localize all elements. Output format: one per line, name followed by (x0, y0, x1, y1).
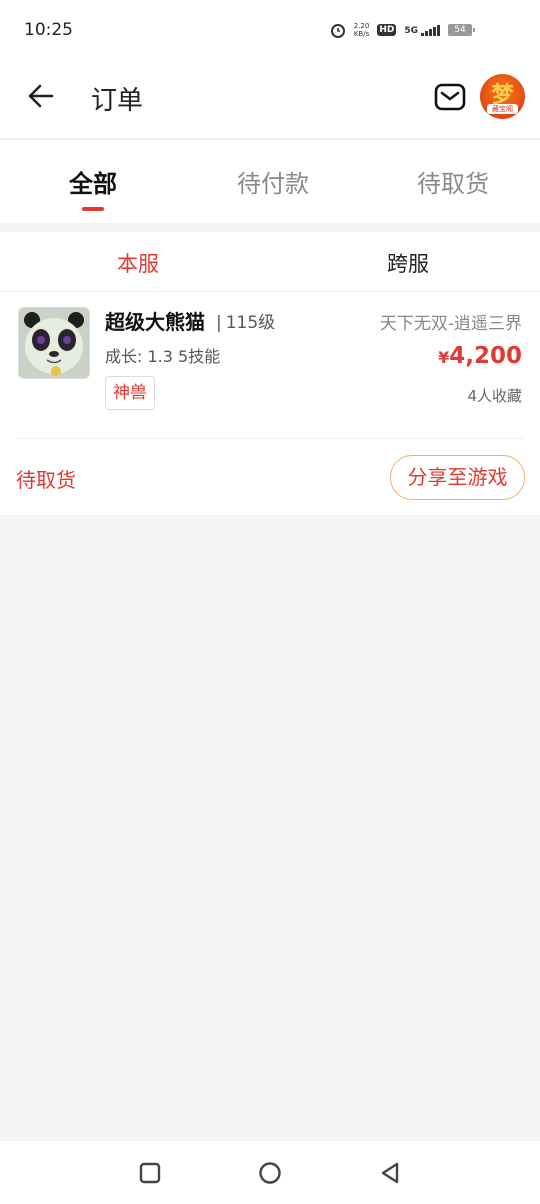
back-triangle-icon[interactable] (378, 1161, 402, 1185)
system-nav-bar (0, 1141, 540, 1204)
server-name: 天下无双-逍遥三界 (379, 314, 522, 334)
status-time: 10:25 (24, 20, 73, 40)
alarm-icon (330, 24, 345, 38)
network-type: 5G (404, 25, 418, 36)
subtab-this-server[interactable]: 本服 (117, 248, 159, 278)
network-speed-value: 2.20 (353, 22, 370, 30)
app-bar: 订单 梦 藏宝阁 (0, 60, 540, 138)
status-icons: 2.20 KB/s HD 5G 54 (330, 22, 475, 38)
item-thumbnail[interactable] (18, 307, 90, 379)
avatar[interactable]: 梦 藏宝阁 (480, 74, 525, 119)
signal-icon: 5G (404, 24, 440, 36)
battery-icon: 54 (448, 24, 475, 36)
item-growth: 成长: 1.3 5技能 (105, 347, 221, 366)
status-bar: 10:25 2.20 KB/s HD 5G 54 (0, 0, 540, 60)
card-divider (16, 438, 524, 439)
favorites-count: 4人收藏 (467, 387, 522, 405)
share-to-game-button[interactable]: 分享至游戏 (390, 455, 525, 500)
item-price: ¥4,200 (438, 343, 522, 369)
recent-apps-icon[interactable] (138, 1161, 162, 1185)
item-name: 超级大熊猫 (105, 310, 205, 334)
panda-image (19, 308, 89, 378)
subtab-cross-server[interactable]: 跨服 (387, 248, 429, 278)
order-card[interactable]: 超级大熊猫 | 115级 天下无双-逍遥三界 成长: 1.3 5技能 ¥4,200… (0, 292, 540, 515)
network-speed-unit: KB/s (353, 30, 370, 38)
tab-pending-payment[interactable]: 待付款 (183, 164, 363, 199)
order-tabs: 全部 待付款 待取货 (0, 139, 540, 223)
page-title: 订单 (91, 86, 144, 116)
tab-active-indicator (82, 207, 104, 211)
tab-all[interactable]: 全部 (3, 164, 183, 199)
avatar-logo-badge: 藏宝阁 (487, 104, 518, 114)
tab-pending-pickup[interactable]: 待取货 (363, 164, 540, 199)
item-level: | 115级 (216, 308, 275, 333)
server-tabs: 本服 跨服 (0, 232, 540, 292)
home-icon[interactable] (258, 1161, 282, 1185)
order-status: 待取货 (16, 468, 76, 492)
network-speed: 2.20 KB/s (354, 22, 370, 38)
hd-icon: HD (377, 24, 397, 36)
price-value: 4,200 (449, 343, 522, 369)
item-tag: 神兽 (105, 376, 155, 410)
price-currency: ¥ (438, 348, 450, 367)
name-level-separator: | (216, 313, 222, 333)
mail-icon[interactable] (434, 82, 466, 112)
item-level-value: 115级 (225, 313, 276, 333)
back-arrow-icon[interactable] (22, 78, 62, 118)
